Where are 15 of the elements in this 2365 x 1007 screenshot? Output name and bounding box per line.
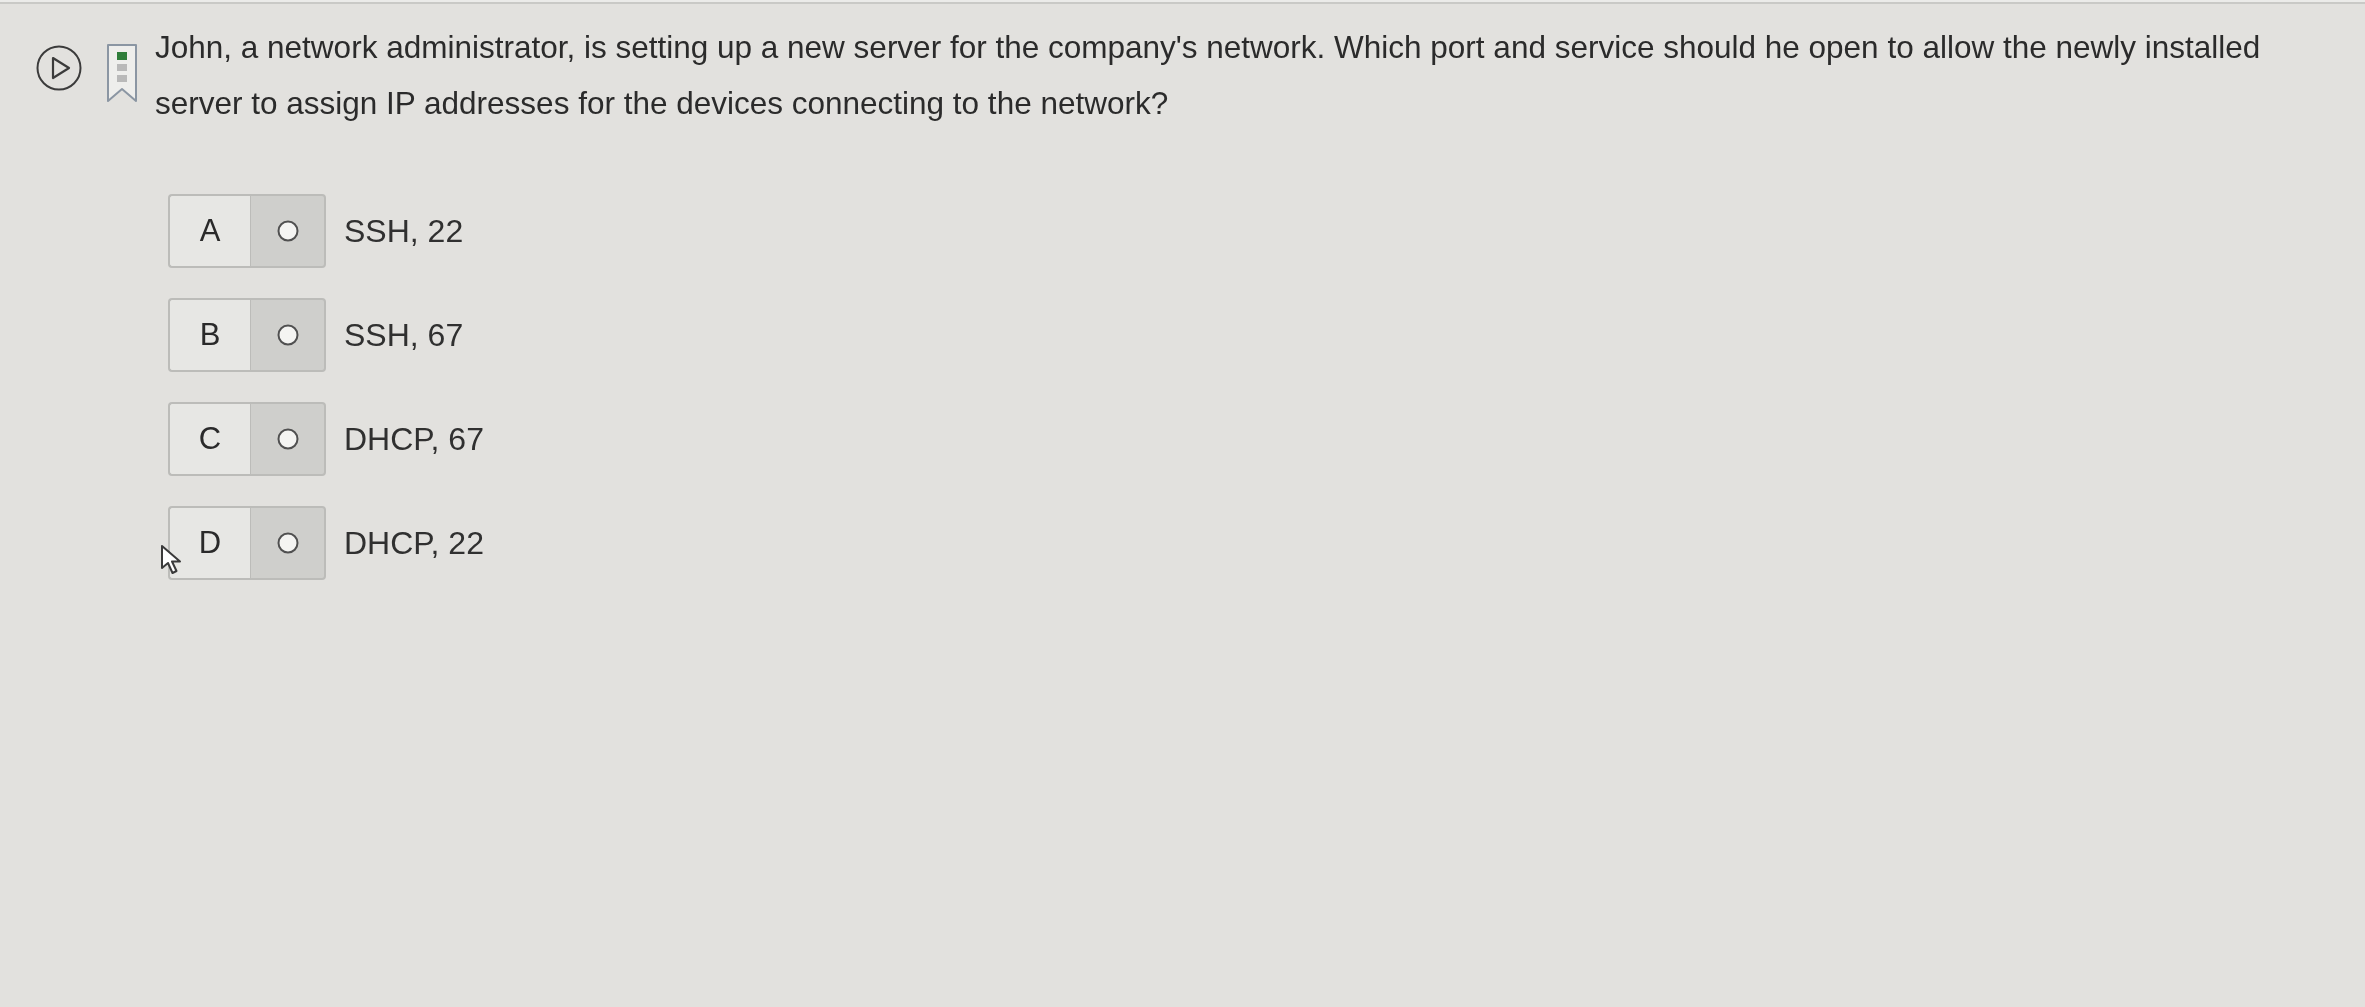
radio-button[interactable] xyxy=(250,402,326,476)
option-letter[interactable]: D xyxy=(168,506,250,580)
radio-button[interactable] xyxy=(250,194,326,268)
question-text: John, a network administrator, is setting up a new server for the company's network. Which port and service should he open to allow the newly installed server to assign IP addresses for the devices connecting to the network? xyxy=(155,28,2262,123)
option-text: DHCP, 67 xyxy=(344,420,484,459)
option-text: SSH, 22 xyxy=(344,212,464,251)
bookmark-icon[interactable] xyxy=(106,43,138,103)
option-text: SSH, 67 xyxy=(344,316,464,355)
option-letter[interactable]: B xyxy=(168,298,250,372)
radio-button[interactable] xyxy=(250,298,326,372)
option-letter[interactable]: A xyxy=(168,194,250,268)
play-icon[interactable] xyxy=(36,45,82,91)
radio-button[interactable] xyxy=(250,506,326,580)
option-text: DHCP, 22 xyxy=(344,524,484,563)
option-letter[interactable]: C xyxy=(168,402,250,476)
